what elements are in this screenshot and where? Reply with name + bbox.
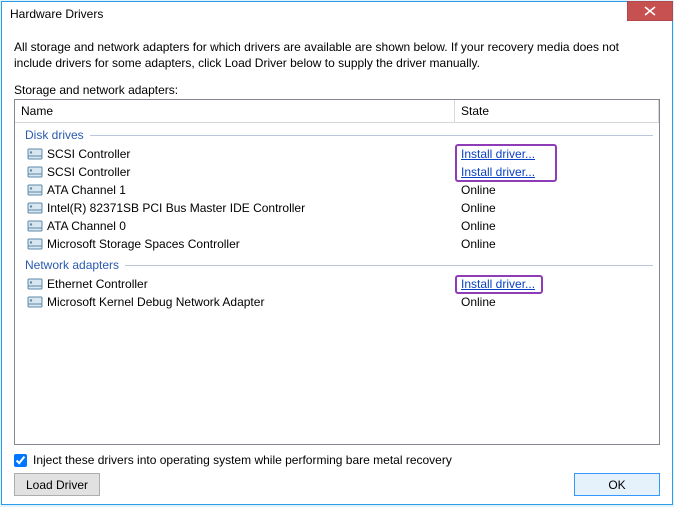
device-icon: [27, 200, 43, 216]
cell-state: Online: [455, 219, 655, 233]
col-name[interactable]: Name: [15, 100, 455, 122]
device-icon: [27, 164, 43, 180]
cell-name: SCSI Controller: [19, 164, 455, 180]
cell-name: ATA Channel 0: [19, 218, 455, 234]
table-row[interactable]: ATA Channel 1 Online: [19, 181, 655, 199]
device-name: Microsoft Kernel Debug Network Adapter: [47, 295, 264, 309]
state-text: Online: [461, 201, 496, 215]
cell-state: Install driver...: [455, 147, 655, 161]
device-icon: [27, 276, 43, 292]
device-name: Microsoft Storage Spaces Controller: [47, 237, 240, 251]
device-name: Ethernet Controller: [47, 277, 148, 291]
cell-name: Microsoft Kernel Debug Network Adapter: [19, 294, 455, 310]
install-driver-link[interactable]: Install driver...: [461, 165, 535, 179]
highlight-box: Install driver...: [455, 275, 543, 294]
content-area: All storage and network adapters for whi…: [2, 25, 672, 504]
group-header: Network adapters: [19, 255, 655, 275]
cell-name: Microsoft Storage Spaces Controller: [19, 236, 455, 252]
inject-checkbox-label: Inject these drivers into operating syst…: [33, 453, 452, 467]
ok-button[interactable]: OK: [574, 473, 660, 496]
cell-name: SCSI Controller: [19, 146, 455, 162]
device-icon: [27, 146, 43, 162]
cell-state: Online: [455, 201, 655, 215]
device-name: SCSI Controller: [47, 147, 130, 161]
table-row[interactable]: Microsoft Kernel Debug Network Adapter On…: [19, 293, 655, 311]
device-name: ATA Channel 0: [47, 219, 126, 233]
install-driver-link[interactable]: Install driver...: [461, 147, 535, 161]
cell-state: Online: [455, 295, 655, 309]
device-name: SCSI Controller: [47, 165, 130, 179]
button-row: Load Driver OK: [14, 473, 660, 496]
state-text: Online: [461, 183, 496, 197]
table-row[interactable]: SCSI Controller Install driver...: [19, 163, 655, 181]
table-row[interactable]: Microsoft Storage Spaces Controller Onlin…: [19, 235, 655, 253]
close-icon: [627, 1, 673, 21]
cell-state: Online: [455, 183, 655, 197]
inject-checkbox[interactable]: [14, 454, 27, 467]
cell-name: Intel(R) 82371SB PCI Bus Master IDE Cont…: [19, 200, 455, 216]
device-icon: [27, 218, 43, 234]
cell-state: Install driver...: [455, 275, 655, 294]
titlebar[interactable]: Hardware Drivers: [2, 1, 672, 25]
inject-checkbox-row[interactable]: Inject these drivers into operating syst…: [14, 453, 660, 467]
device-icon: [27, 236, 43, 252]
table-row[interactable]: Ethernet Controller Install driver...: [19, 275, 655, 293]
table-row[interactable]: Intel(R) 82371SB PCI Bus Master IDE Cont…: [19, 199, 655, 217]
close-button[interactable]: [627, 1, 673, 21]
adapter-table: Name State Disk drives SCSI Controller Ins…: [14, 99, 660, 445]
cell-state: Online: [455, 237, 655, 251]
state-text: Online: [461, 237, 496, 251]
table-label: Storage and network adapters:: [14, 83, 660, 97]
col-state[interactable]: State: [455, 100, 659, 122]
load-driver-button[interactable]: Load Driver: [14, 473, 100, 496]
install-driver-link[interactable]: Install driver...: [461, 277, 535, 291]
table-row[interactable]: ATA Channel 0 Online: [19, 217, 655, 235]
cell-state: Install driver...: [455, 165, 655, 179]
table-header: Name State: [15, 100, 659, 123]
intro-text: All storage and network adapters for whi…: [14, 39, 660, 71]
state-text: Online: [461, 295, 496, 309]
device-name: ATA Channel 1: [47, 183, 126, 197]
window-title: Hardware Drivers: [10, 7, 103, 21]
device-name: Intel(R) 82371SB PCI Bus Master IDE Cont…: [47, 201, 305, 215]
device-icon: [27, 294, 43, 310]
dialog-window: Hardware Drivers All storage and network…: [1, 1, 673, 505]
device-icon: [27, 182, 43, 198]
table-body: Disk drives SCSI Controller Install driver…: [15, 123, 659, 444]
cell-name: ATA Channel 1: [19, 182, 455, 198]
state-text: Online: [461, 219, 496, 233]
cell-name: Ethernet Controller: [19, 276, 455, 292]
group-header: Disk drives: [19, 125, 655, 145]
table-row[interactable]: SCSI Controller Install driver...: [19, 145, 655, 163]
